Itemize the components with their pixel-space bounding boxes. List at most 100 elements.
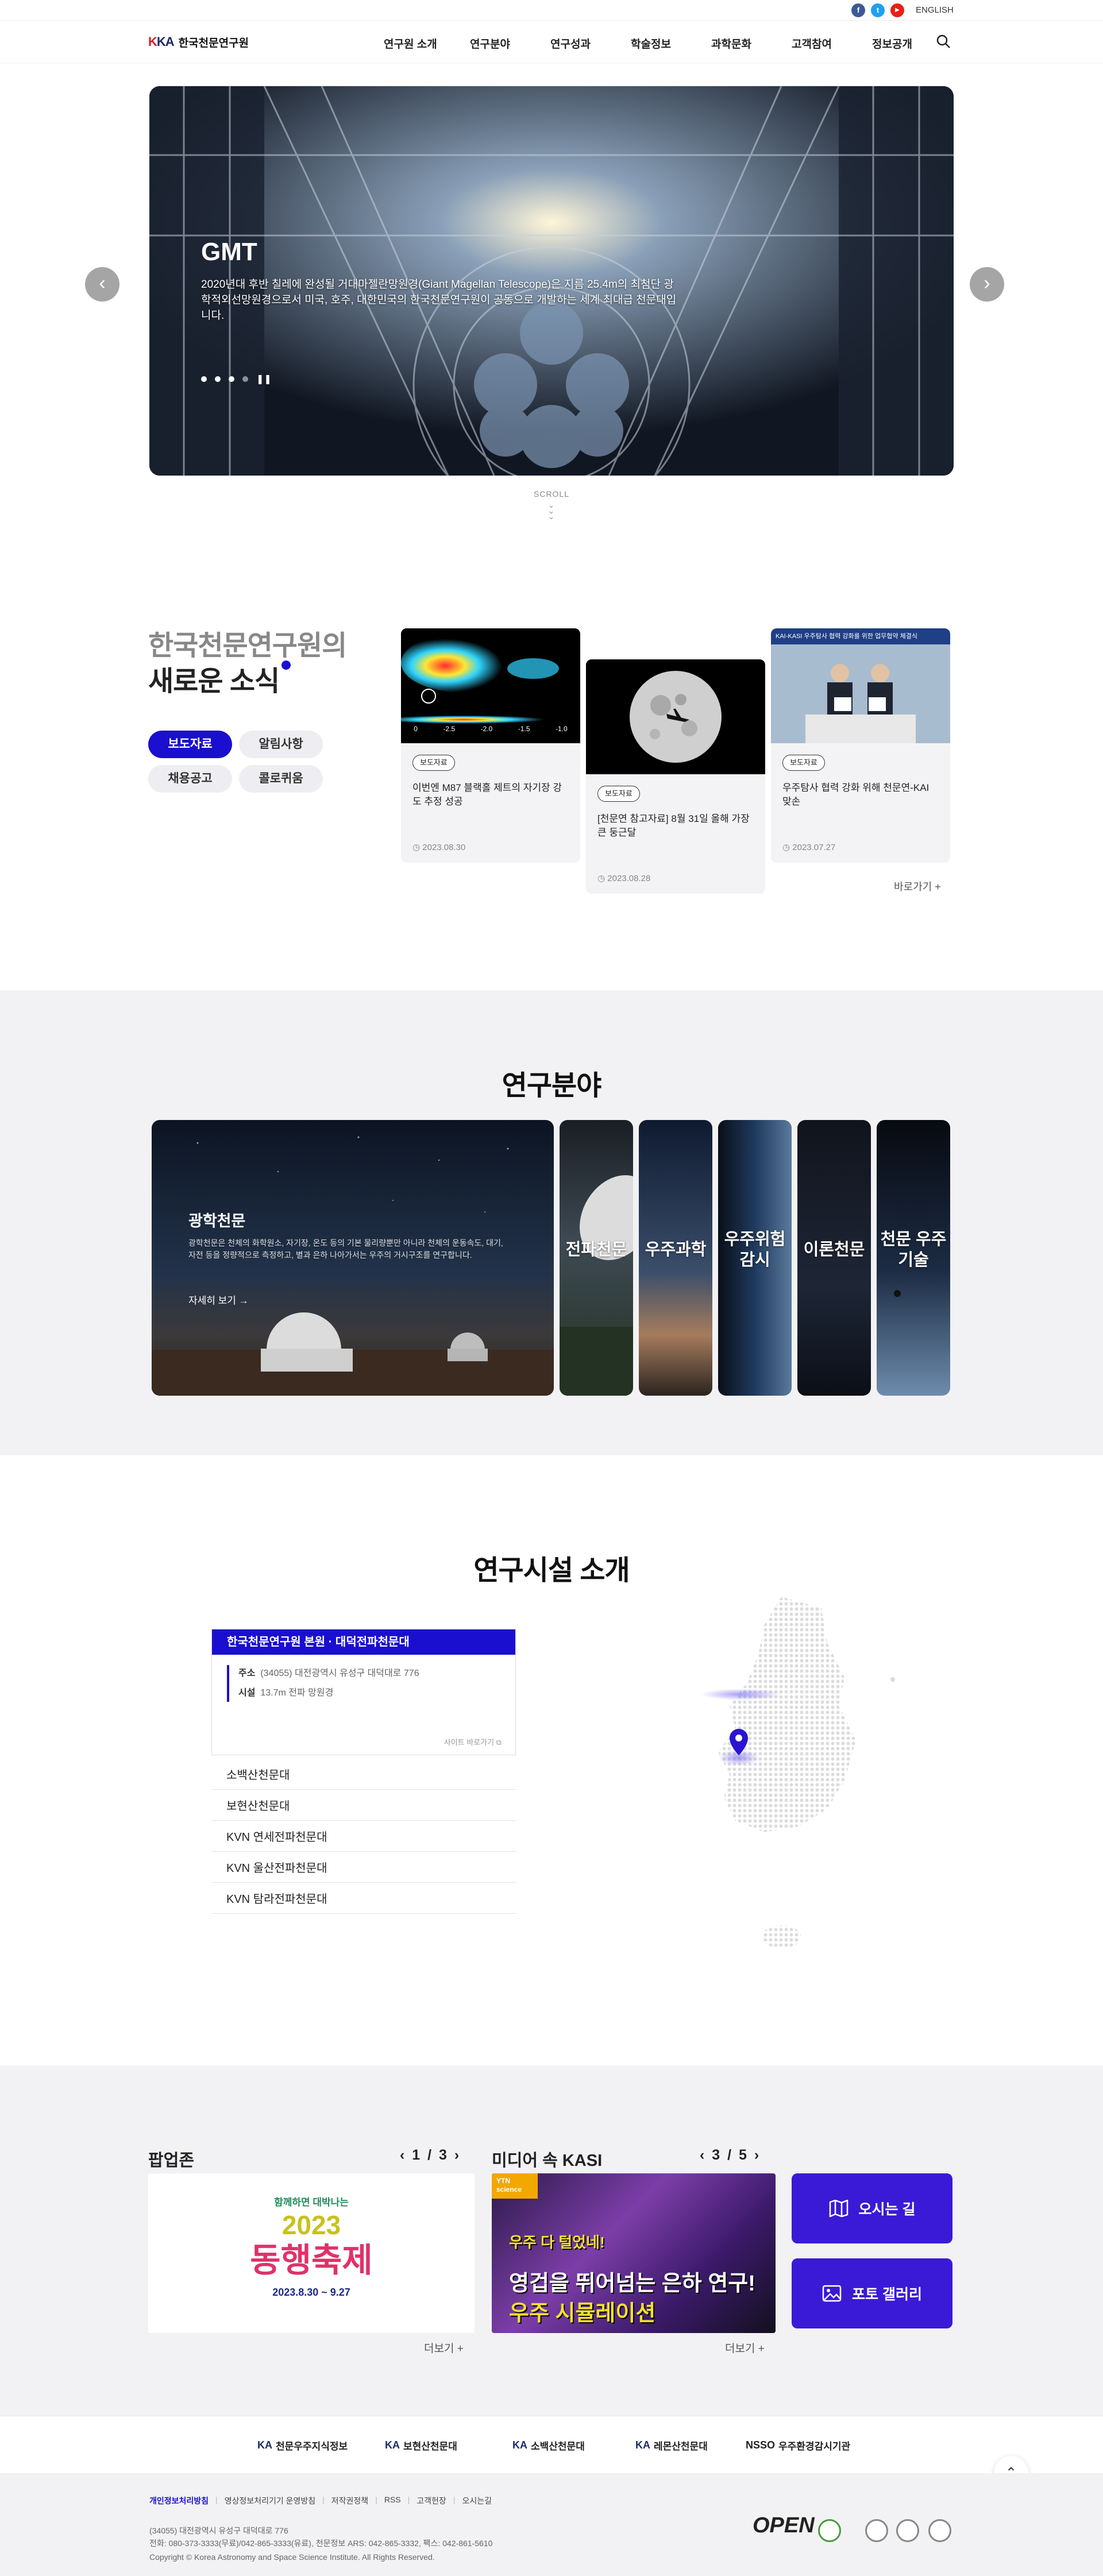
family-site-link[interactable]: KA 소백산천문대: [512, 2438, 585, 2453]
slide-dot[interactable]: [242, 376, 248, 382]
korea-dot-map: [701, 1597, 895, 1948]
logo-mark: KKA: [148, 34, 175, 49]
panel-label: 전파천문: [565, 1241, 627, 1259]
media-pager[interactable]: ‹ 3 / 5 ›: [700, 2147, 761, 2164]
family-sites-bar: KA 천문우주지식정보 KA 보현산천문대 KA 소백산천문대 KA 레몬산천문대 NS…: [0, 2416, 1103, 2473]
map-icon: [829, 2200, 848, 2217]
nav-disclosure[interactable]: 정보공개: [872, 36, 912, 51]
media-thumbnail[interactable]: YTN science 우주 다 털었네! 영겁을 뛰어넘는 은하 연구! 우주…: [492, 2173, 776, 2333]
family-site-link[interactable]: KA 천문우주지식정보: [257, 2438, 348, 2453]
news-card-date: ◷ 2023.07.27: [782, 843, 836, 852]
facebook-icon[interactable]: f: [851, 3, 865, 17]
facility-item[interactable]: KVN 울산전파천문대: [211, 1854, 516, 1883]
slide-dot[interactable]: [201, 376, 207, 382]
media-more-link[interactable]: 더보기 +: [725, 2340, 765, 2355]
moon-image: [586, 659, 765, 774]
research-panel-optical[interactable]: 광학천문 광학천문은 천체의 화학원소, 자기장, 온도 등의 기본 물리량뿐만…: [152, 1120, 554, 1396]
hero-title: GMT: [201, 238, 257, 266]
logo[interactable]: KKA 한국천문연구원: [148, 33, 249, 51]
scroll-indicator[interactable]: SCROLL ⌄ ⌄ ⌄: [527, 489, 576, 521]
family-site-link[interactable]: KA 레몬산천문대: [635, 2438, 708, 2453]
open-license-mark: OPEN: [753, 2513, 815, 2538]
privacy-link[interactable]: 개인정보처리방침: [149, 2495, 209, 2507]
research-panel-space[interactable]: 우주과학: [639, 1120, 712, 1396]
scale-tick: -2.5: [443, 725, 456, 733]
chip-notice[interactable]: 알림사항: [239, 731, 323, 758]
slide-dot[interactable]: [215, 376, 221, 382]
research-panel-hazard[interactable]: 우주위험 감시: [718, 1120, 792, 1396]
facility-main-name: 한국천문연구원 본원 · 대덕전파천문대: [212, 1629, 515, 1655]
slide-dot[interactable]: [229, 376, 234, 382]
popup-more-link[interactable]: 더보기 +: [424, 2340, 464, 2355]
news-card-title: 이번엔 M87 블랙홀 제트의 자기장 강도 추정 성공: [412, 782, 562, 807]
news-card[interactable]: 보도자료 [천문연 참고자료] 8월 31일 올해 가장 큰 둥근달 ◷ 202…: [586, 659, 765, 894]
copyright-policy-link[interactable]: 저작권정책: [331, 2495, 368, 2507]
news-card-title: 우주탐사 협력 강화 위해 천문연-KAI 맞손: [782, 782, 930, 807]
popup-pager[interactable]: ‹ 1 / 3 ›: [400, 2147, 461, 2164]
popup-banner[interactable]: 함께하면 대박나는 2023 동행축제 2023.8.30 ~ 9.27: [148, 2173, 475, 2333]
chip-recruit[interactable]: 채용공고: [148, 765, 232, 793]
directions-button[interactable]: 오시는 길: [792, 2173, 952, 2243]
youtube-icon[interactable]: ▶: [890, 3, 904, 17]
image-icon: [822, 2285, 842, 2302]
news-card-date: ◷ 2023.08.28: [597, 874, 651, 883]
hero-next-button[interactable]: ›: [970, 267, 1004, 302]
search-icon[interactable]: [935, 33, 951, 49]
banner-main-text: 동행축제: [250, 2242, 373, 2279]
facility-item[interactable]: KVN 연세전파천문대: [211, 1823, 516, 1852]
rss-link[interactable]: RSS: [384, 2495, 401, 2507]
facility-item[interactable]: 보현산천문대: [211, 1792, 516, 1821]
banner-year: 2023: [281, 2210, 341, 2240]
research-panel-tech[interactable]: 천문 우주기술: [877, 1120, 950, 1396]
nav-results[interactable]: 연구성과: [550, 36, 591, 51]
footer-contact: 전화: 080-373-3333(무료)/042-865-3333(유료), 천…: [149, 2539, 493, 2548]
research-panel-radio[interactable]: 전파천문: [560, 1120, 633, 1396]
english-link[interactable]: ENGLISH: [916, 5, 954, 15]
media-line1: 우주 다 털었네!: [509, 2234, 605, 2251]
news-card[interactable]: KAI-KASI 우주탐사 협력 강화를 위한 업무협약 체결식 보도자료 우주…: [771, 628, 950, 863]
scroll-label: SCROLL: [533, 489, 570, 499]
news-card-title: [천문연 참고자료] 8월 31일 올해 가장 큰 둥근달: [597, 813, 750, 838]
certification-mark: [896, 2519, 919, 2542]
nav-culture[interactable]: 과학문화: [711, 36, 751, 51]
news-more-link[interactable]: 바로가기 +: [894, 879, 941, 894]
satellite-icon: [894, 1290, 901, 1297]
hero-slider[interactable]: GMT 2020년대 후반 칠레에 완성될 거대마젤란망원경(Giant Mag…: [149, 86, 954, 476]
news-card[interactable]: 0 -2.5 -2.0 -1.5 -1.0 보도자료 이번엔 M87 블랙홀 제…: [401, 628, 580, 863]
charter-link[interactable]: 고객헌장: [416, 2495, 446, 2507]
facility-item[interactable]: KVN 탐라전파천문대: [211, 1885, 516, 1914]
nav-research[interactable]: 연구분야: [470, 36, 510, 51]
family-site-link[interactable]: KA 보현산천문대: [385, 2438, 457, 2453]
facility-main-card[interactable]: 한국천문연구원 본원 · 대덕전파천문대 주소 (34055) 대전광역시 유성…: [211, 1629, 516, 1755]
facility-site-link[interactable]: 사이트 바로가기 ⧉: [444, 1736, 502, 1747]
scale-tick: -1.0: [556, 725, 568, 733]
chip-colloquium[interactable]: 콜로퀴움: [239, 765, 323, 793]
research-panel-theory[interactable]: 이론천문: [797, 1120, 871, 1396]
news-card-image: [586, 659, 765, 774]
twitter-icon[interactable]: t: [871, 3, 885, 17]
photo-gallery-button[interactable]: 포토 갤러리: [792, 2258, 952, 2328]
news-card-date: ◷ 2023.08.30: [412, 843, 466, 852]
logo-name: 한국천문연구원: [178, 37, 249, 49]
directions-link[interactable]: 오시는길: [462, 2495, 492, 2507]
news-card-image: KAI-KASI 우주탐사 협력 강화를 위한 업무협약 체결식: [771, 628, 950, 743]
family-site-link[interactable]: NSSO 우주환경감시기관: [746, 2438, 850, 2453]
scale-tick: 0: [414, 725, 418, 733]
hero-prev-button[interactable]: ‹: [85, 267, 119, 302]
nav-about[interactable]: 연구원 소개: [384, 36, 437, 51]
nav-academic[interactable]: 학술정보: [631, 36, 671, 51]
footer-copyright: Copyright © Korea Astronomy and Space Sc…: [149, 2552, 435, 2562]
news-card-badge: 보도자료: [412, 755, 455, 771]
scale-tick: -2.0: [480, 725, 493, 733]
pause-icon[interactable]: ❚❚: [256, 373, 272, 385]
optical-more-link[interactable]: 자세히 보기 →: [188, 1292, 249, 1307]
panel-label: 이론천문: [803, 1241, 865, 1259]
research-title: 연구분야: [502, 1071, 602, 1101]
chevrons-down-icon: ⌄ ⌄ ⌄: [547, 500, 556, 521]
nav-customer[interactable]: 고객참여: [792, 36, 832, 51]
chip-press[interactable]: 보도자료: [148, 731, 232, 758]
optical-description: 광학천문은 천체의 화학원소, 자기장, 온도 등의 기본 물리량뿐만 아니라 …: [188, 1238, 503, 1260]
header: KKA 한국천문연구원 연구원 소개 연구분야 연구성과 학술정보 과학문화 고…: [0, 21, 1103, 63]
cctv-link[interactable]: 영상정보처리기기 운영방침: [225, 2495, 315, 2507]
facility-item[interactable]: 소백산천문대: [211, 1761, 516, 1790]
